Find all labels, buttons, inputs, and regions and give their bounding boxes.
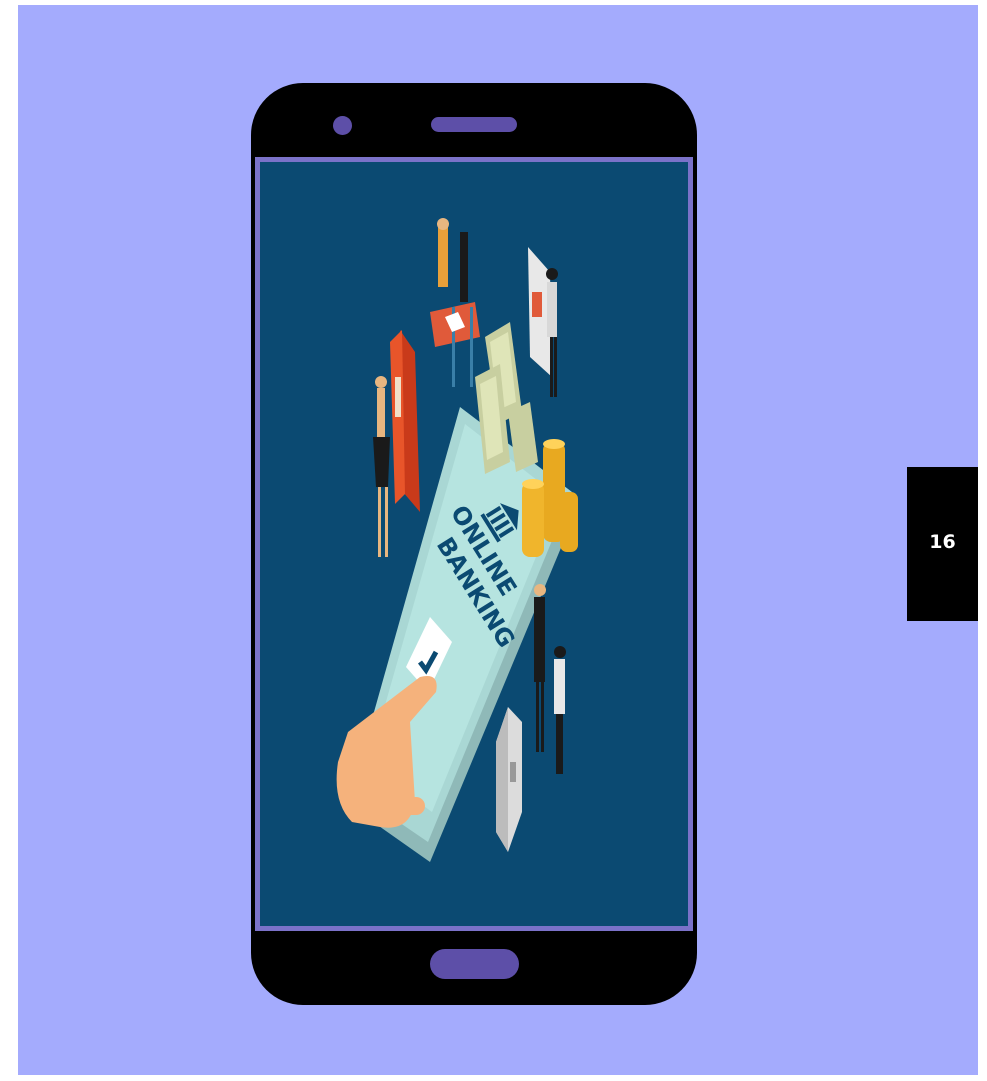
businesspeople-figure [534,584,566,774]
home-button[interactable] [430,949,519,979]
speaker-icon [431,117,517,132]
presenter-figure [528,247,558,397]
camera-icon [333,116,352,135]
phone-mockup: ONLINE BANKING [251,83,697,1005]
screen-content: ONLINE BANKING [260,162,688,926]
online-banking-illustration: ONLINE BANKING [336,218,578,862]
safe-icon [496,707,522,852]
workspace-figure [430,218,480,387]
phone-screen: ONLINE BANKING [255,157,693,931]
page-number: 16 [929,531,956,553]
person-figure [373,376,390,557]
page-number-tab: 16 [907,467,978,621]
atm-icon [390,330,420,512]
banknote-icon [475,322,538,474]
